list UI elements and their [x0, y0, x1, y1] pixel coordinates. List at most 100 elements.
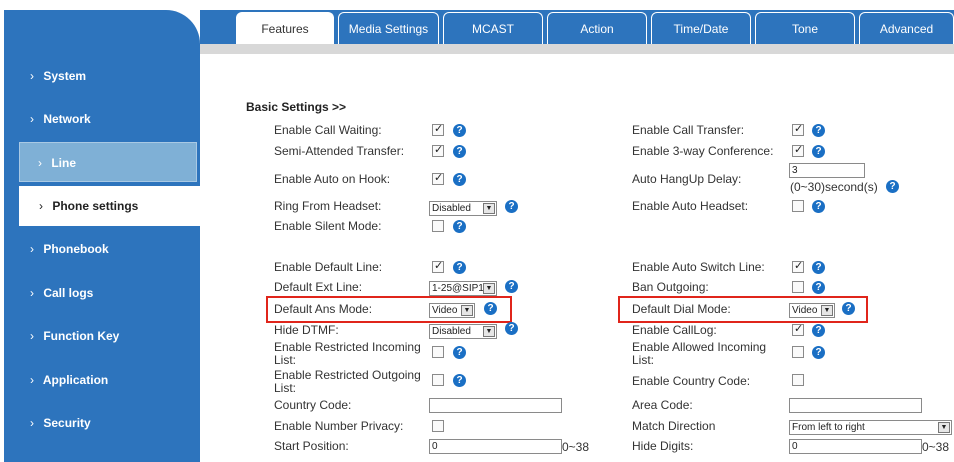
- call-transfer-checkbox[interactable]: [792, 122, 804, 136]
- match-direction-label: Match Direction: [632, 419, 716, 433]
- country-code-enable-checkbox[interactable]: [792, 374, 804, 386]
- calllog-checkbox[interactable]: [792, 322, 804, 336]
- help-icon[interactable]: ?: [886, 180, 899, 193]
- chevron-right-icon: ›: [30, 416, 34, 430]
- allowed-incoming-checkbox[interactable]: [792, 346, 804, 358]
- sidebar-item-phone-settings[interactable]: › Phone settings: [19, 186, 200, 226]
- auto-headset-label: Enable Auto Headset:: [632, 199, 749, 213]
- auto-switch-line-checkbox[interactable]: [792, 259, 804, 273]
- sidebar-item-label: Network: [43, 112, 91, 126]
- help-icon[interactable]: ?: [812, 124, 825, 137]
- help-icon[interactable]: ?: [812, 261, 825, 274]
- three-way-checkbox[interactable]: [792, 143, 804, 157]
- chevron-down-icon: ▼: [938, 422, 950, 433]
- sidebar: › System › Network › Line › Phone settin…: [4, 10, 200, 462]
- sidebar-item-label: System: [43, 69, 87, 83]
- match-direction-select[interactable]: From left to right ▼: [789, 420, 952, 435]
- three-way-label: Enable 3-way Conference:: [632, 144, 774, 158]
- sidebar-item-network[interactable]: › Network: [4, 99, 200, 139]
- country-code-enable-label: Enable Country Code:: [632, 374, 751, 388]
- sidebar-item-label: Phonebook: [43, 242, 109, 256]
- sidebar-item-application[interactable]: › Application: [4, 360, 200, 400]
- sidebar-item-label: Security: [43, 416, 91, 430]
- help-icon[interactable]: ?: [812, 200, 825, 213]
- default-dial-mode-select[interactable]: Video ▼: [789, 303, 835, 318]
- chevron-down-icon: ▼: [461, 305, 473, 316]
- allowed-incoming-label: Enable Allowed Incoming List:: [632, 340, 767, 367]
- ban-outgoing-label: Ban Outgoing:: [632, 280, 709, 294]
- select-value: Video: [432, 305, 458, 316]
- restricted-outgoing-label: Enable Restricted Outgoing List:: [274, 368, 421, 395]
- sidebar-item-call-logs[interactable]: › Call logs: [4, 273, 200, 313]
- restricted-incoming-checkbox[interactable]: [432, 346, 444, 358]
- auto-hangup-delay-label: Auto HangUp Delay:: [632, 172, 742, 186]
- sidebar-item-label: Phone settings: [52, 199, 139, 213]
- sidebar-item-label: Function Key: [43, 329, 120, 343]
- hide-digits-label: Hide Digits:: [632, 439, 694, 453]
- help-icon[interactable]: ?: [453, 145, 466, 158]
- select-value: Disabled: [432, 326, 471, 337]
- ring-from-headset-select[interactable]: Disabled ▼: [429, 201, 497, 216]
- tab-action[interactable]: Action: [547, 12, 647, 44]
- tab-time-date[interactable]: Time/Date: [651, 12, 751, 44]
- tab-tone[interactable]: Tone: [755, 12, 855, 44]
- silent-mode-label: Enable Silent Mode:: [274, 219, 382, 233]
- help-icon[interactable]: ?: [812, 324, 825, 337]
- select-value: Video: [792, 305, 818, 316]
- tab-media-settings[interactable]: Media Settings: [338, 12, 439, 44]
- number-privacy-checkbox[interactable]: [432, 420, 444, 432]
- help-icon[interactable]: ?: [453, 124, 466, 137]
- auto-hangup-unit: (0~30)second(s): [790, 180, 878, 194]
- help-icon[interactable]: ?: [453, 173, 466, 186]
- default-ext-line-select[interactable]: 1-25@SIP1 ▼: [429, 281, 497, 296]
- hide-digits-input[interactable]: 0: [789, 439, 922, 454]
- help-icon[interactable]: ?: [453, 374, 466, 387]
- auto-on-hook-label: Enable Auto on Hook:: [274, 172, 391, 186]
- help-icon[interactable]: ?: [453, 346, 466, 359]
- call-waiting-label: Enable Call Waiting:: [274, 123, 382, 137]
- start-position-input[interactable]: 0: [429, 439, 562, 454]
- sidebar-item-label: Call logs: [43, 286, 94, 300]
- help-icon[interactable]: ?: [505, 322, 518, 335]
- help-icon[interactable]: ?: [812, 346, 825, 359]
- sidebar-item-system[interactable]: › System: [4, 56, 200, 96]
- start-position-range: 0~38: [562, 440, 590, 454]
- help-icon[interactable]: ?: [812, 281, 825, 294]
- chevron-right-icon: ›: [30, 242, 34, 256]
- sidebar-item-phonebook[interactable]: › Phonebook: [4, 229, 200, 269]
- help-icon[interactable]: ?: [505, 280, 518, 293]
- help-icon[interactable]: ?: [484, 302, 497, 315]
- restricted-outgoing-checkbox[interactable]: [432, 374, 444, 386]
- silent-mode-checkbox[interactable]: [432, 220, 444, 232]
- semi-transfer-checkbox[interactable]: [432, 143, 444, 157]
- default-ans-mode-select[interactable]: Video ▼: [429, 303, 475, 318]
- help-icon[interactable]: ?: [453, 261, 466, 274]
- auto-headset-checkbox[interactable]: [792, 200, 804, 212]
- country-code-input[interactable]: [429, 398, 562, 413]
- help-icon[interactable]: ?: [453, 220, 466, 233]
- ring-from-headset-label: Ring From Headset:: [274, 199, 382, 213]
- area-code-input[interactable]: [789, 398, 922, 413]
- select-value: From left to right: [792, 422, 865, 433]
- sidebar-item-line[interactable]: › Line: [19, 142, 197, 182]
- auto-on-hook-checkbox[interactable]: [432, 171, 444, 185]
- sidebar-item-function-key[interactable]: › Function Key: [4, 316, 200, 356]
- semi-transfer-label: Semi-Attended Transfer:: [274, 144, 405, 158]
- auto-hangup-delay-input[interactable]: 3: [789, 163, 865, 178]
- default-ext-line-label: Default Ext Line:: [274, 280, 363, 294]
- chevron-right-icon: ›: [30, 373, 34, 387]
- chevron-down-icon: ▼: [821, 305, 833, 316]
- sidebar-item-security[interactable]: › Security: [4, 403, 200, 443]
- tab-features[interactable]: Features: [236, 12, 334, 44]
- tab-mcast[interactable]: MCAST: [443, 12, 543, 44]
- default-line-checkbox[interactable]: [432, 259, 444, 273]
- chevron-right-icon: ›: [30, 112, 34, 126]
- call-waiting-checkbox[interactable]: [432, 122, 444, 136]
- default-line-label: Enable Default Line:: [274, 260, 383, 274]
- help-icon[interactable]: ?: [842, 302, 855, 315]
- help-icon[interactable]: ?: [812, 145, 825, 158]
- hide-dtmf-select[interactable]: Disabled ▼: [429, 324, 497, 339]
- ban-outgoing-checkbox[interactable]: [792, 281, 804, 293]
- help-icon[interactable]: ?: [505, 200, 518, 213]
- tab-advanced[interactable]: Advanced: [859, 12, 954, 44]
